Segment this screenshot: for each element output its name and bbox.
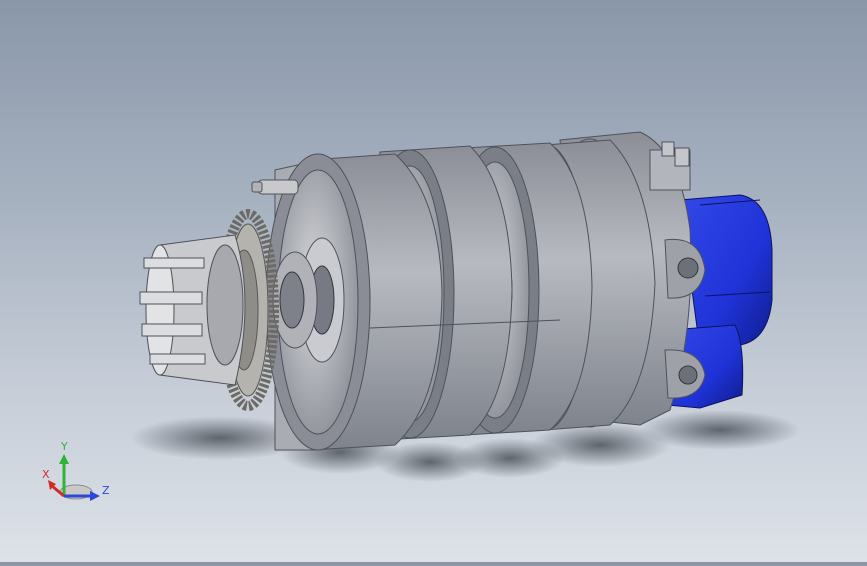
- x-axis-label: X: [42, 468, 50, 481]
- clutch-basket[interactable]: [139, 234, 246, 386]
- output-hub[interactable]: [272, 251, 318, 349]
- y-axis-label: Y: [61, 440, 68, 453]
- cad-viewport[interactable]: X Y Z: [0, 0, 867, 562]
- motor-assembly-model[interactable]: [0, 0, 867, 562]
- z-axis-label: Z: [102, 484, 110, 497]
- orientation-triad[interactable]: X Y Z: [28, 440, 118, 510]
- pipe-fitting[interactable]: [251, 179, 299, 195]
